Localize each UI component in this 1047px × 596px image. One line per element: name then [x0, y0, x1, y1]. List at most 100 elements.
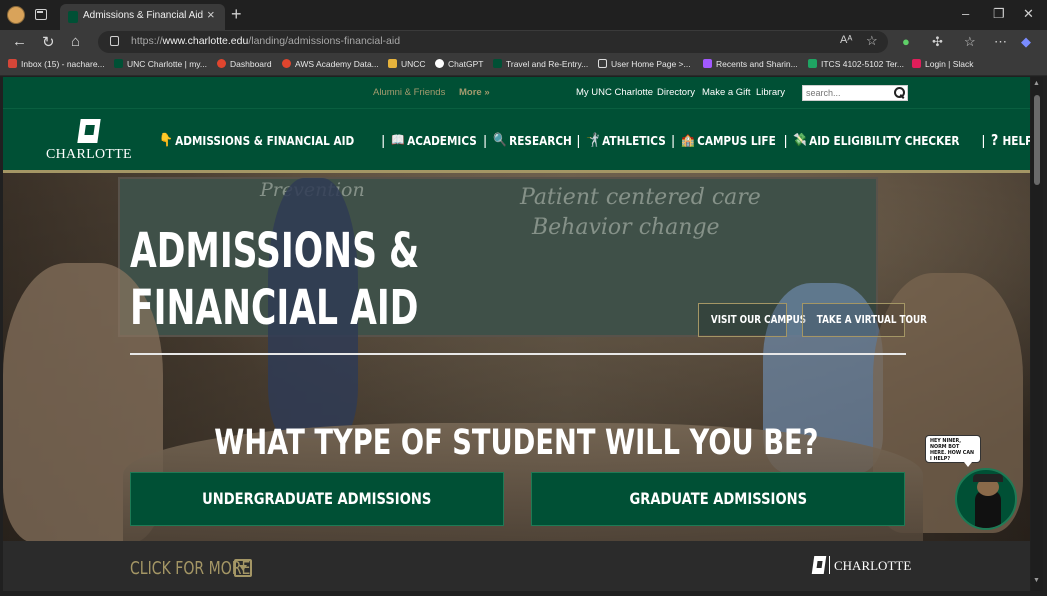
favorite-star-icon[interactable]: ☆ — [866, 33, 878, 49]
tab-actions-icon[interactable] — [35, 9, 47, 20]
main-nav: CHARLOTTE 👇 ADMISSIONS & FINANCIAL AID | … — [3, 108, 1030, 173]
hero-divider — [130, 353, 906, 355]
nav-admissions[interactable]: 👇 ADMISSIONS & FINANCIAL AID — [159, 133, 354, 148]
charlotte-logo[interactable]: CHARLOTTE — [43, 119, 133, 164]
extensions-icon[interactable]: ✣ — [932, 34, 943, 50]
bookmark-item[interactable]: AWS Academy Data... — [282, 59, 379, 69]
nav-academics[interactable]: 📖 ACADEMICS — [391, 133, 477, 148]
folder-icon — [388, 59, 397, 68]
nav-separator: | — [981, 132, 986, 148]
favorites-icon[interactable]: ☆ — [964, 34, 976, 50]
nav-separator: | — [483, 132, 487, 148]
bookmark-item[interactable]: Dashboard — [217, 59, 272, 69]
chatbot-greeting: HEY NINER, NORM BOT HERE. HOW CAN I HELP… — [925, 435, 981, 467]
charlotte-c-logo-icon — [811, 556, 827, 574]
my-unc-charlotte-link[interactable]: My UNC Charlotte — [576, 87, 653, 98]
magnifier-icon: 🔍 — [492, 132, 507, 148]
bookmark-item[interactable]: UNCC — [388, 59, 426, 69]
unc-charlotte-icon — [493, 59, 502, 68]
page-title: ADMISSIONS & FINANCIAL AID — [130, 223, 420, 336]
library-link[interactable]: Library — [756, 87, 785, 98]
extension-shield-icon[interactable]: ● — [902, 34, 910, 49]
slack-icon — [912, 59, 921, 68]
bookmark-item[interactable]: UNC Charlotte | my... — [114, 59, 207, 69]
tab-title: Admissions & Financial Aid at the — [83, 10, 203, 21]
search-input[interactable] — [806, 87, 892, 99]
unc-charlotte-icon — [114, 59, 123, 68]
pointing-down-icon: 👇 — [159, 132, 173, 148]
nav-campus-life[interactable]: 🏫 CAMPUS LIFE — [681, 133, 776, 148]
nav-help[interactable]: ?HELP — [991, 131, 1030, 149]
new-tab-icon[interactable]: + — [231, 4, 242, 25]
figma-icon — [703, 59, 712, 68]
bookmarks-bar: Inbox (15) - nachare... UNC Charlotte | … — [0, 56, 1047, 76]
sheets-icon — [808, 59, 817, 68]
canvas-icon — [217, 59, 226, 68]
click-for-more-bar: CLICK FOR MORE CHARLOTTE — [3, 541, 1030, 591]
click-for-more-link[interactable]: CLICK FOR MORE — [130, 558, 250, 579]
back-icon[interactable]: ← — [12, 33, 27, 50]
lock-icon[interactable] — [110, 36, 119, 46]
main-nav-items: 👇 ADMISSIONS & FINANCIAL AID | 📖 ACADEMICS… — [159, 129, 1030, 151]
utility-nav: Alumni & Friends More » My UNC Charlotte… — [3, 77, 1030, 108]
charlotte-favicon-icon — [68, 11, 78, 23]
bookmark-item[interactable]: ITCS 4102-5102 Ter... — [808, 59, 904, 69]
student-type-heading: WHAT TYPE OF STUDENT WILL YOU BE? — [214, 423, 819, 463]
copilot-icon[interactable]: ◆ — [1021, 34, 1031, 50]
scroll-down-icon[interactable]: ▼ — [1033, 577, 1040, 584]
bookmark-item[interactable]: Travel and Re-Entry... — [493, 59, 588, 69]
window-close-icon[interactable]: ✕ — [1023, 6, 1034, 22]
profile-avatar[interactable] — [7, 6, 25, 24]
bookmark-item[interactable]: Login | Slack — [912, 59, 974, 69]
minimize-icon[interactable]: – — [962, 6, 969, 21]
home-icon[interactable]: ⌂ — [71, 33, 80, 50]
browser-toolbar: ← ↻ ⌂ https://www.charlotte.edu/landing/… — [0, 30, 1047, 56]
chalk-text: Behavior change — [532, 215, 720, 240]
nav-research[interactable]: 🔍 RESEARCH — [493, 133, 572, 148]
chatbot-widget[interactable]: HEY NINER, NORM BOT HERE. HOW CAN I HELP… — [925, 435, 1025, 545]
chalk-text: Patient centered care — [520, 185, 761, 210]
nav-athletics[interactable]: 🤺 ATHLETICS — [586, 133, 666, 148]
address-bar[interactable]: https://www.charlotte.edu/landing/admiss… — [98, 31, 888, 53]
money-wings-icon: 💸 — [793, 132, 807, 148]
tab-close-icon[interactable]: × — [207, 7, 215, 22]
nav-aid-eligibility[interactable]: 💸 AID ELIGIBILITY CHECKER — [793, 133, 960, 148]
browser-tab-active[interactable]: Admissions & Financial Aid at the × — [60, 4, 225, 30]
page-icon — [598, 59, 607, 68]
alumni-link[interactable]: Alumni & Friends — [373, 87, 445, 98]
directory-link[interactable]: Directory — [657, 87, 695, 98]
bookmark-item[interactable]: Inbox (15) - nachare... — [8, 59, 105, 69]
nav-separator: | — [671, 132, 675, 148]
page-scrollbar[interactable]: ▲ ▼ — [1031, 77, 1043, 591]
nav-separator: | — [381, 132, 386, 148]
school-icon: 🏫 — [680, 132, 695, 148]
undergraduate-admissions-button[interactable]: UNDERGRADUATE ADMISSIONS — [130, 472, 504, 526]
virtual-tour-button[interactable]: TAKE A VIRTUAL TOUR — [802, 303, 927, 337]
norm-bot-avatar[interactable] — [955, 468, 1017, 530]
read-aloud-icon[interactable]: Aᴬ — [840, 34, 852, 46]
web-page: Alumni & Friends More » My UNC Charlotte… — [3, 77, 1030, 591]
graduate-admissions-button[interactable]: GRADUATE ADMISSIONS — [531, 472, 905, 526]
url-text[interactable]: https://www.charlotte.edu/landing/admiss… — [131, 35, 400, 47]
refresh-icon[interactable]: ↻ — [42, 33, 55, 51]
canvas-icon — [282, 59, 291, 68]
visit-campus-button[interactable]: VISIT OUR CAMPUS — [698, 303, 806, 337]
scroll-up-icon[interactable]: ▲ — [1033, 80, 1040, 87]
maximize-icon[interactable]: ❐ — [993, 6, 1005, 22]
scroll-thumb[interactable] — [1034, 95, 1040, 185]
question-icon: ? — [991, 131, 999, 149]
bookmark-item[interactable]: Recents and Sharin... — [703, 59, 798, 69]
more-dropdown[interactable]: More » — [459, 87, 490, 98]
charlotte-c-logo-icon — [77, 119, 101, 143]
more-menu-icon[interactable]: ⋯ — [994, 34, 1007, 50]
bookmark-item[interactable]: ChatGPT — [435, 59, 483, 69]
bookmark-item[interactable]: User Home Page >... — [598, 59, 691, 69]
search-icon[interactable] — [893, 87, 905, 99]
nav-separator: | — [783, 132, 788, 148]
nav-separator: | — [576, 132, 581, 148]
make-a-gift-link[interactable]: Make a Gift — [702, 87, 751, 98]
miner-mascot-icon — [975, 490, 1001, 528]
gmail-icon — [8, 59, 17, 68]
chevron-down-box-icon[interactable] — [234, 559, 252, 577]
browser-tab-bar: Admissions & Financial Aid at the × + – … — [0, 0, 1047, 30]
